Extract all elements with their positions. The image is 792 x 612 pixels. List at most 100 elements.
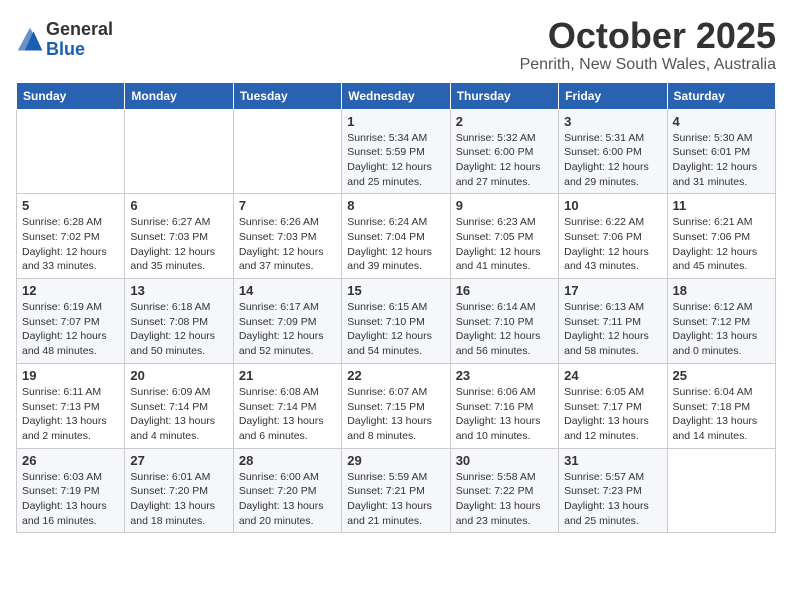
day-info: Sunrise: 6:28 AM Sunset: 7:02 PM Dayligh…	[22, 215, 119, 274]
calendar-cell: 4 Sunrise: 5:30 AM Sunset: 6:01 PM Daylig…	[667, 109, 775, 194]
calendar-cell: 19 Sunrise: 6:11 AM Sunset: 7:13 PM Dayli…	[17, 363, 125, 448]
calendar-header: SundayMondayTuesdayWednesdayThursdayFrid…	[17, 82, 776, 109]
day-info: Sunrise: 6:13 AM Sunset: 7:11 PM Dayligh…	[564, 300, 661, 359]
day-number: 24	[564, 368, 661, 383]
calendar-cell: 12 Sunrise: 6:19 AM Sunset: 7:07 PM Dayli…	[17, 279, 125, 364]
calendar-cell: 18 Sunrise: 6:12 AM Sunset: 7:12 PM Dayli…	[667, 279, 775, 364]
day-info: Sunrise: 6:04 AM Sunset: 7:18 PM Dayligh…	[673, 385, 770, 444]
day-number: 1	[347, 114, 444, 129]
calendar-cell: 10 Sunrise: 6:22 AM Sunset: 7:06 PM Dayli…	[559, 194, 667, 279]
day-number: 31	[564, 453, 661, 468]
day-number: 9	[456, 198, 553, 213]
page-subtitle: Penrith, New South Wales, Australia	[520, 56, 776, 74]
logo-icon	[16, 26, 44, 54]
calendar-cell: 2Sunrise: 5:32 AM Sunset: 6:00 PM Daylig…	[450, 109, 558, 194]
day-info: Sunrise: 6:12 AM Sunset: 7:12 PM Dayligh…	[673, 300, 770, 359]
day-info: Sunrise: 5:57 AM Sunset: 7:23 PM Dayligh…	[564, 470, 661, 529]
day-number: 12	[22, 283, 119, 298]
weekday-header-wednesday: Wednesday	[342, 82, 450, 109]
calendar-week-row: 5 Sunrise: 6:28 AM Sunset: 7:02 PM Daylig…	[17, 194, 776, 279]
day-number: 20	[130, 368, 227, 383]
calendar-cell: 13 Sunrise: 6:18 AM Sunset: 7:08 PM Dayli…	[125, 279, 233, 364]
weekday-header-monday: Monday	[125, 82, 233, 109]
calendar-cell: 31 Sunrise: 5:57 AM Sunset: 7:23 PM Dayli…	[559, 448, 667, 533]
calendar-table: SundayMondayTuesdayWednesdayThursdayFrid…	[16, 82, 776, 534]
day-number: 16	[456, 283, 553, 298]
calendar-week-row: 19 Sunrise: 6:11 AM Sunset: 7:13 PM Dayli…	[17, 363, 776, 448]
calendar-cell	[233, 109, 341, 194]
day-info: Sunrise: 6:00 AM Sunset: 7:20 PM Dayligh…	[239, 470, 336, 529]
calendar-cell: 6 Sunrise: 6:27 AM Sunset: 7:03 PM Daylig…	[125, 194, 233, 279]
day-info: Sunrise: 6:14 AM Sunset: 7:10 PM Dayligh…	[456, 300, 553, 359]
calendar-cell: 23Sunrise: 6:06 AM Sunset: 7:16 PM Dayli…	[450, 363, 558, 448]
calendar-week-row: 12 Sunrise: 6:19 AM Sunset: 7:07 PM Dayli…	[17, 279, 776, 364]
day-info: Sunrise: 6:27 AM Sunset: 7:03 PM Dayligh…	[130, 215, 227, 274]
day-info: Sunrise: 6:15 AM Sunset: 7:10 PM Dayligh…	[347, 300, 444, 359]
day-number: 14	[239, 283, 336, 298]
calendar-cell: 30Sunrise: 5:58 AM Sunset: 7:22 PM Dayli…	[450, 448, 558, 533]
calendar-week-row: 26 Sunrise: 6:03 AM Sunset: 7:19 PM Dayli…	[17, 448, 776, 533]
day-info: Sunrise: 6:01 AM Sunset: 7:20 PM Dayligh…	[130, 470, 227, 529]
day-number: 7	[239, 198, 336, 213]
day-number: 5	[22, 198, 119, 213]
day-info: Sunrise: 5:58 AM Sunset: 7:22 PM Dayligh…	[456, 470, 553, 529]
page-title: October 2025	[520, 16, 776, 56]
calendar-cell: 25 Sunrise: 6:04 AM Sunset: 7:18 PM Dayli…	[667, 363, 775, 448]
calendar-cell: 11 Sunrise: 6:21 AM Sunset: 7:06 PM Dayli…	[667, 194, 775, 279]
day-info: Sunrise: 6:21 AM Sunset: 7:06 PM Dayligh…	[673, 215, 770, 274]
day-number: 2	[456, 114, 553, 129]
day-info: Sunrise: 6:18 AM Sunset: 7:08 PM Dayligh…	[130, 300, 227, 359]
day-number: 27	[130, 453, 227, 468]
weekday-header-saturday: Saturday	[667, 82, 775, 109]
day-number: 15	[347, 283, 444, 298]
day-info: Sunrise: 6:08 AM Sunset: 7:14 PM Dayligh…	[239, 385, 336, 444]
day-info: Sunrise: 6:06 AM Sunset: 7:16 PM Dayligh…	[456, 385, 553, 444]
calendar-cell: 16 Sunrise: 6:14 AM Sunset: 7:10 PM Dayli…	[450, 279, 558, 364]
day-info: Sunrise: 5:34 AM Sunset: 5:59 PM Dayligh…	[347, 131, 444, 190]
calendar-cell: 7Sunrise: 6:26 AM Sunset: 7:03 PM Daylig…	[233, 194, 341, 279]
day-info: Sunrise: 5:30 AM Sunset: 6:01 PM Dayligh…	[673, 131, 770, 190]
day-number: 10	[564, 198, 661, 213]
day-number: 13	[130, 283, 227, 298]
day-info: Sunrise: 6:09 AM Sunset: 7:14 PM Dayligh…	[130, 385, 227, 444]
day-number: 11	[673, 198, 770, 213]
day-info: Sunrise: 6:07 AM Sunset: 7:15 PM Dayligh…	[347, 385, 444, 444]
calendar-cell: 1 Sunrise: 5:34 AM Sunset: 5:59 PM Daylig…	[342, 109, 450, 194]
calendar-cell: 29 Sunrise: 5:59 AM Sunset: 7:21 PM Dayli…	[342, 448, 450, 533]
weekday-header-sunday: Sunday	[17, 82, 125, 109]
calendar-cell: 22Sunrise: 6:07 AM Sunset: 7:15 PM Dayli…	[342, 363, 450, 448]
day-info: Sunrise: 5:59 AM Sunset: 7:21 PM Dayligh…	[347, 470, 444, 529]
calendar-cell	[125, 109, 233, 194]
logo-text: General Blue	[46, 20, 113, 60]
day-number: 19	[22, 368, 119, 383]
day-info: Sunrise: 6:11 AM Sunset: 7:13 PM Dayligh…	[22, 385, 119, 444]
weekday-header-friday: Friday	[559, 82, 667, 109]
day-number: 18	[673, 283, 770, 298]
day-number: 17	[564, 283, 661, 298]
calendar-cell: 5 Sunrise: 6:28 AM Sunset: 7:02 PM Daylig…	[17, 194, 125, 279]
day-number: 21	[239, 368, 336, 383]
calendar-cell: 28 Sunrise: 6:00 AM Sunset: 7:20 PM Dayli…	[233, 448, 341, 533]
day-number: 29	[347, 453, 444, 468]
day-info: Sunrise: 6:19 AM Sunset: 7:07 PM Dayligh…	[22, 300, 119, 359]
day-info: Sunrise: 6:17 AM Sunset: 7:09 PM Dayligh…	[239, 300, 336, 359]
day-number: 25	[673, 368, 770, 383]
day-number: 6	[130, 198, 227, 213]
day-info: Sunrise: 6:24 AM Sunset: 7:04 PM Dayligh…	[347, 215, 444, 274]
day-number: 8	[347, 198, 444, 213]
calendar-cell: 14 Sunrise: 6:17 AM Sunset: 7:09 PM Dayli…	[233, 279, 341, 364]
day-info: Sunrise: 6:22 AM Sunset: 7:06 PM Dayligh…	[564, 215, 661, 274]
weekday-header-tuesday: Tuesday	[233, 82, 341, 109]
calendar-cell: 21 Sunrise: 6:08 AM Sunset: 7:14 PM Dayli…	[233, 363, 341, 448]
day-number: 26	[22, 453, 119, 468]
calendar-cell: 26 Sunrise: 6:03 AM Sunset: 7:19 PM Dayli…	[17, 448, 125, 533]
day-info: Sunrise: 6:03 AM Sunset: 7:19 PM Dayligh…	[22, 470, 119, 529]
page-header: General Blue October 2025 Penrith, New S…	[16, 16, 776, 74]
logo: General Blue	[16, 20, 113, 60]
day-info: Sunrise: 6:23 AM Sunset: 7:05 PM Dayligh…	[456, 215, 553, 274]
calendar-cell: 15 Sunrise: 6:15 AM Sunset: 7:10 PM Dayli…	[342, 279, 450, 364]
calendar-cell	[17, 109, 125, 194]
day-info: Sunrise: 5:31 AM Sunset: 6:00 PM Dayligh…	[564, 131, 661, 190]
day-number: 4	[673, 114, 770, 129]
day-number: 28	[239, 453, 336, 468]
